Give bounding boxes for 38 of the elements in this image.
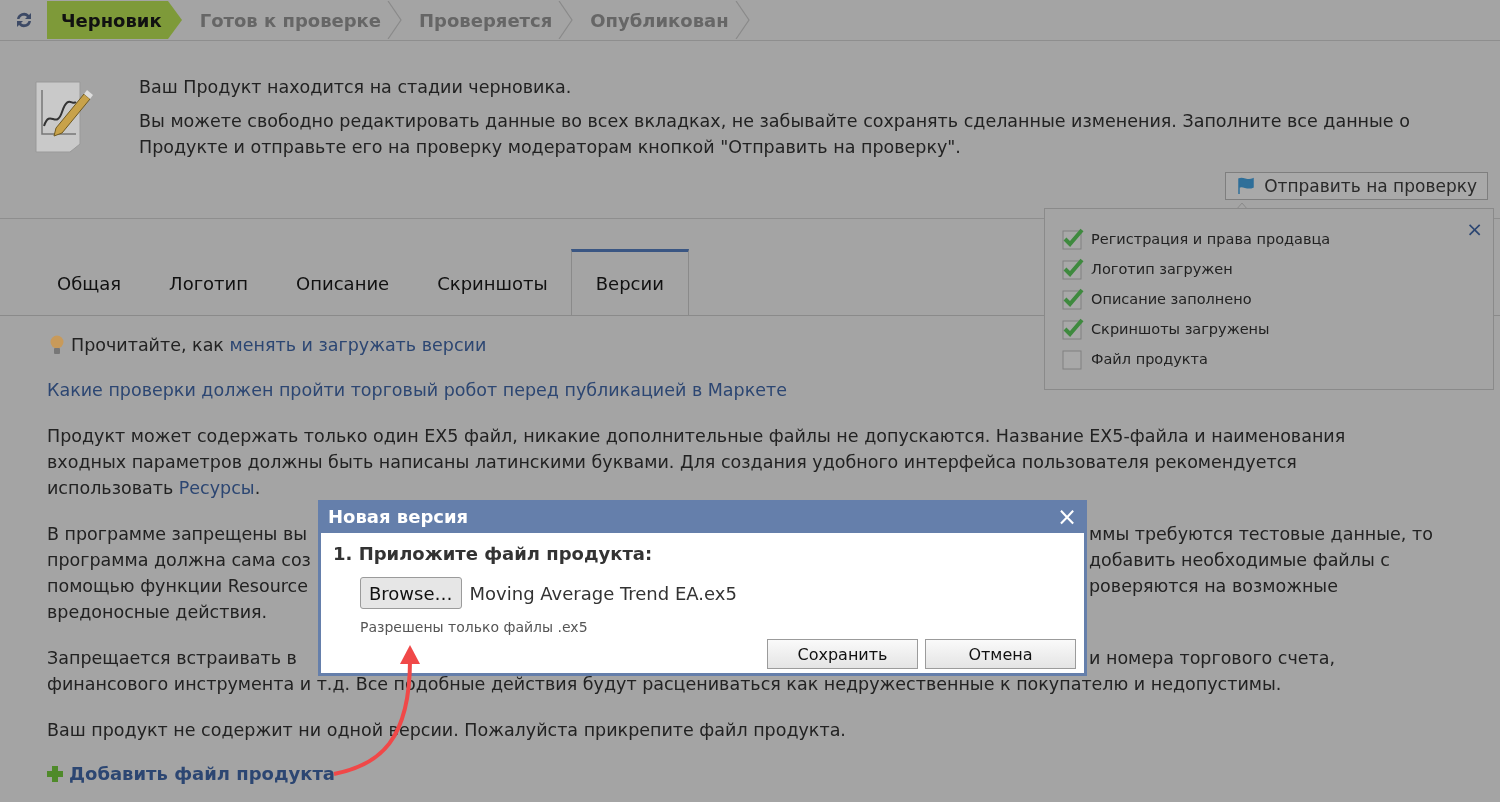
dialog-title: Новая версия bbox=[328, 506, 469, 527]
checklist-label: Логотип загружен bbox=[1091, 261, 1233, 277]
tip-text: Прочитайте, как менять и загружать версии bbox=[71, 334, 487, 357]
notice-title: Ваш Продукт находится на стадии черновика. bbox=[139, 76, 573, 99]
paragraph-text: и номера торгового счета, bbox=[1089, 647, 1337, 670]
checks-link[interactable]: Какие проверки должен пройти торговый робот перед публикацией в Маркете bbox=[47, 380, 787, 400]
add-file-link[interactable]: Добавить файл продукта bbox=[69, 761, 336, 787]
paragraph-text: ммы требуются тестовые данные, то bbox=[1089, 523, 1433, 546]
tab[interactable]: Версии bbox=[570, 249, 689, 315]
file-hint: Разрешены только файлы .ex5 bbox=[360, 619, 589, 635]
dialog-button[interactable]: Сохранить bbox=[767, 639, 918, 669]
tab[interactable]: Скриншоты bbox=[412, 250, 573, 315]
rules-paragraph: Продукт может содержать только один EX5 файл, никакие дополнительные файлы не допускаются. Название EX5-файла и наименования входных параметров должны быть написаны латинскими буквами. Для создания удобного интерфейса пользователя рекомендуется использовать Ресурсы. bbox=[47, 425, 1347, 500]
paragraph-text: роверяются на возможные bbox=[1089, 575, 1339, 598]
paragraph-text: добавить необходимые файлы с bbox=[1089, 549, 1391, 572]
paragraph-text: программа должна сама соз bbox=[47, 549, 312, 572]
resources-link[interactable]: Ресурсы bbox=[178, 478, 255, 498]
step-label: 1. Приложите файл продукта: bbox=[333, 543, 654, 564]
chevron-icon bbox=[167, 1, 184, 39]
send-for-review-button[interactable]: Отправить на проверку bbox=[1225, 172, 1488, 200]
tab[interactable]: Логотип bbox=[144, 250, 274, 315]
paragraph-text: Запрещается встраивать в bbox=[47, 647, 298, 670]
paragraph-text: В программе запрещены вы bbox=[47, 523, 309, 546]
tab[interactable]: Описание bbox=[271, 250, 415, 315]
paragraph-text: помощью функции Resource bbox=[47, 575, 309, 598]
plus-icon bbox=[47, 766, 63, 782]
versions-guide-link[interactable]: менять и загружать версии bbox=[229, 335, 487, 355]
dialog-button[interactable]: Отмена bbox=[925, 639, 1076, 669]
checklist-label: Скриншоты загружены bbox=[1091, 321, 1270, 337]
file-name: Moving Average Trend EA.ex5 bbox=[469, 582, 737, 604]
flag-icon bbox=[1236, 176, 1257, 196]
notice-text: Вы можете свободно редактировать данные во всех вкладках, не забывайте сохранять сделанные изменения. Заполните все данные о Продукте и отправьте его на проверку модераторам кнопкой "Отправить на проверку". bbox=[139, 110, 1411, 159]
checklist-label: Описание заполнено bbox=[1091, 291, 1252, 307]
checklist-label: Регистрация и права продавца bbox=[1091, 231, 1331, 247]
paragraph-text: вредоносные действия. bbox=[47, 601, 269, 624]
browse-button[interactable]: Browse… bbox=[360, 577, 462, 609]
checklist-label: Файл продукта bbox=[1091, 351, 1208, 367]
tab[interactable]: Общая bbox=[32, 250, 147, 315]
